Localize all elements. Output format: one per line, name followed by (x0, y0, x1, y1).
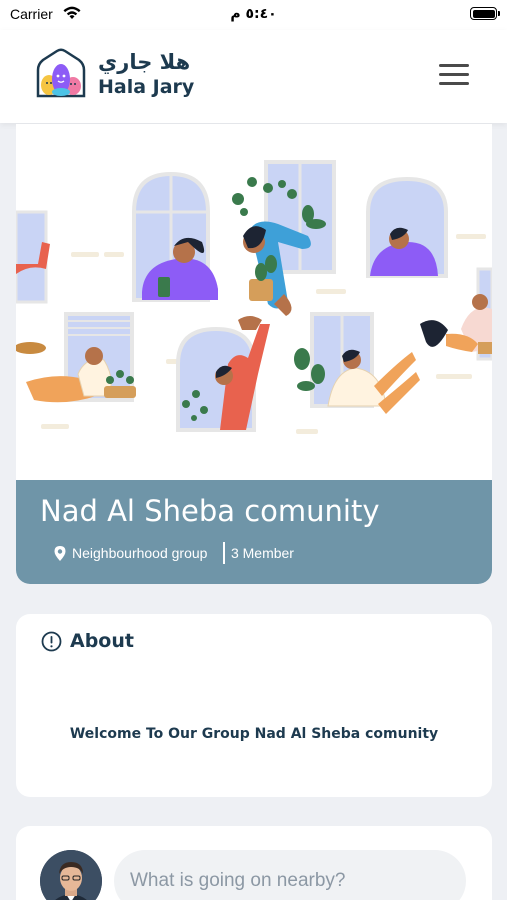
group-name: Nad Al Sheba comunity (40, 494, 380, 528)
about-header: About (41, 630, 134, 652)
status-time: ٥:٤٠ م (230, 6, 277, 22)
battery-icon (470, 7, 500, 20)
post-input[interactable]: What is going on nearby? (114, 850, 466, 900)
location-pin-icon (54, 545, 66, 561)
user-avatar[interactable] (40, 850, 102, 900)
logo-arabic-text: هلا جاري (98, 50, 191, 74)
info-circle-icon (41, 631, 62, 651)
group-hero-card: Nad Al Sheba comunity Neighbourhood grou… (16, 124, 492, 584)
meta-divider (223, 542, 225, 564)
about-title: About (70, 630, 134, 652)
status-bar: Carrier ٥:٤٠ م (0, 0, 507, 30)
post-composer-card: What is going on nearby? (16, 826, 492, 900)
about-description: Welcome To Our Group Nad Al Sheba comuni… (69, 726, 439, 742)
group-meta: Neighbourhood group 3 Member (54, 542, 294, 564)
member-count[interactable]: 3 Member (231, 545, 294, 561)
neighbours-windows-illustration (16, 124, 492, 480)
hamburger-menu-icon[interactable] (437, 61, 471, 87)
hala-jary-logo-icon (36, 48, 86, 98)
about-card: About Welcome To Our Group Nad Al Sheba … (16, 614, 492, 797)
logo-english-text: Hala Jary (98, 76, 195, 98)
group-type: Neighbourhood group (72, 545, 208, 561)
app-header: هلا جاري Hala Jary (0, 30, 507, 123)
